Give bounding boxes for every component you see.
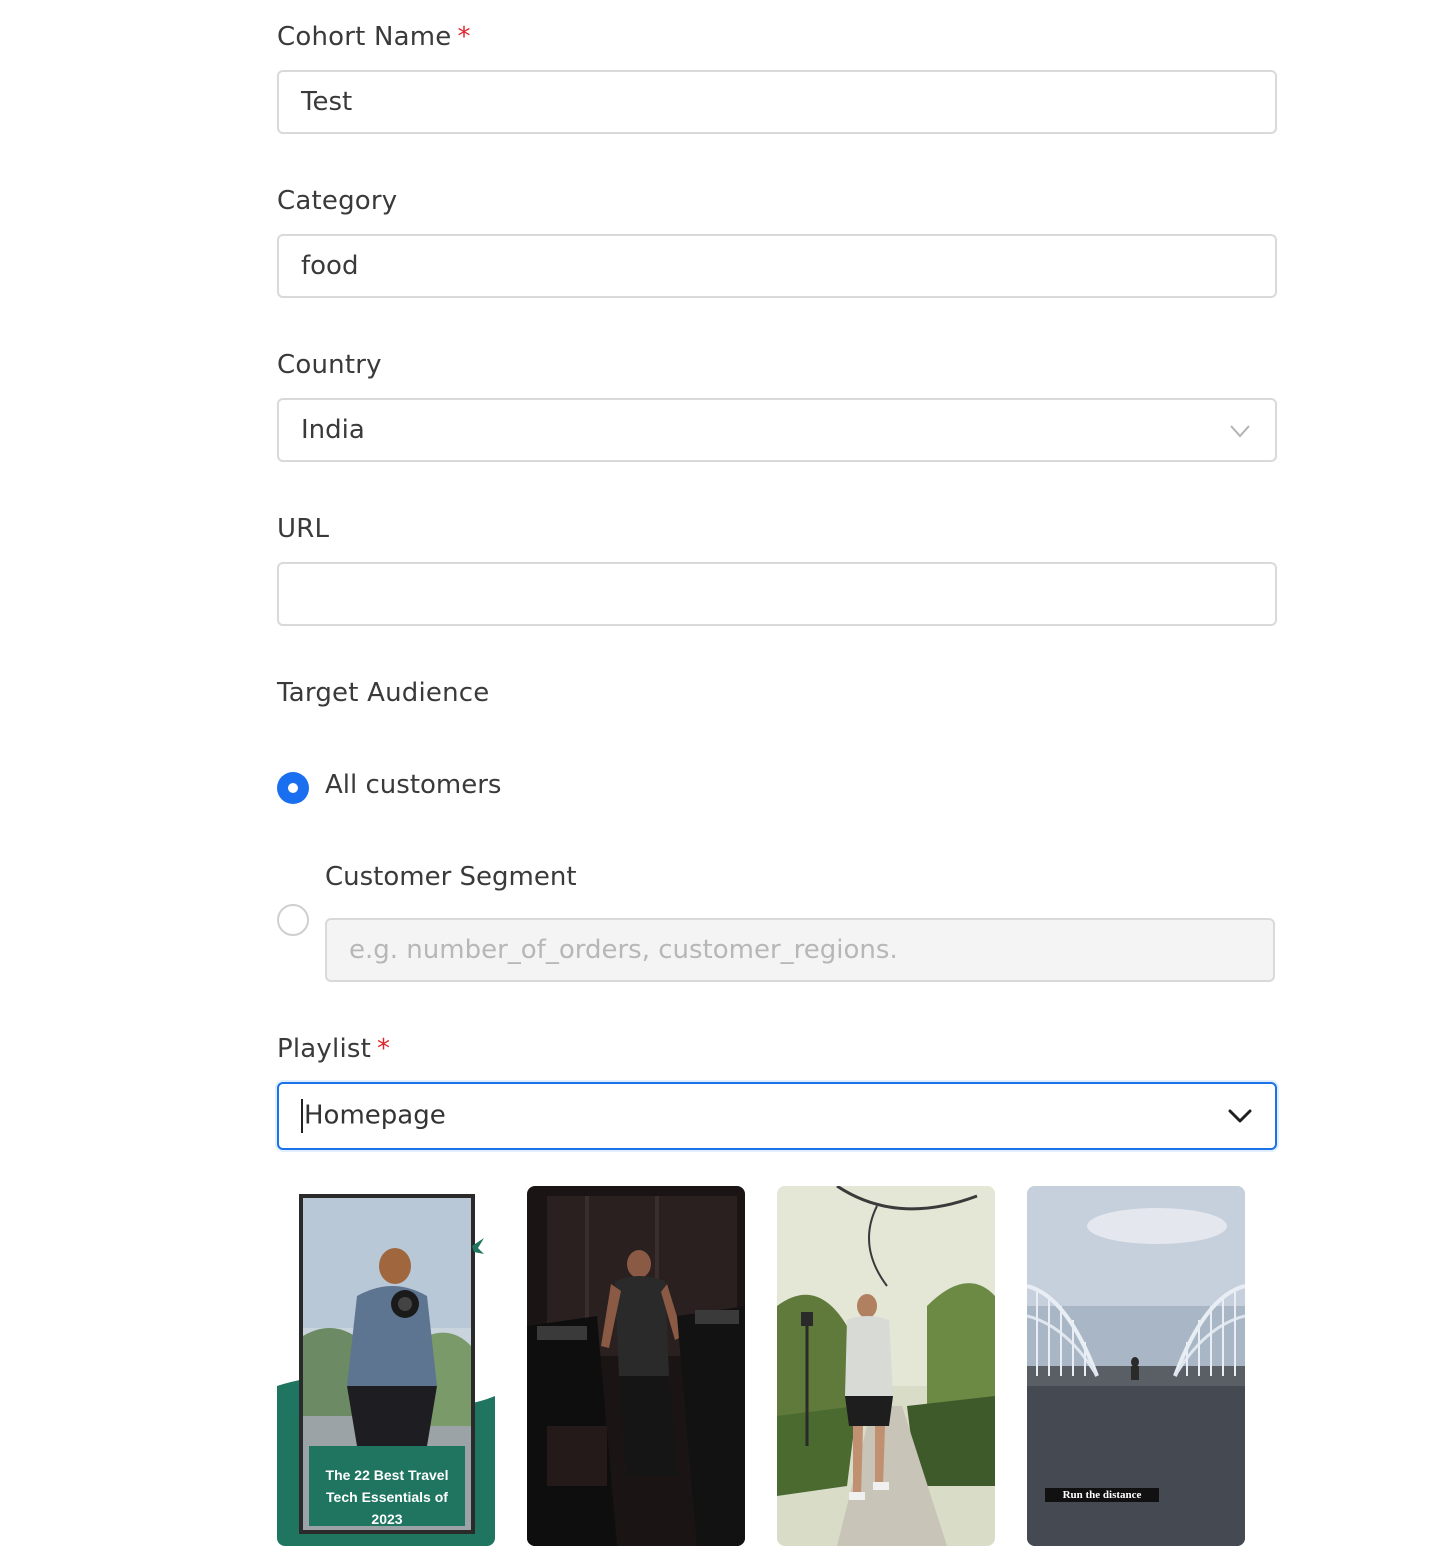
playlist-label: Playlist * bbox=[277, 1034, 390, 1064]
travel-tech-caption: The 22 Best Travel Tech Essentials of 20… bbox=[325, 1467, 449, 1527]
treadmill-workout-image bbox=[527, 1186, 745, 1546]
cohort-form: Cohort Name * Test Category food Country … bbox=[0, 0, 1456, 1550]
required-asterisk: * bbox=[457, 22, 471, 52]
cohort-name-label: Cohort Name * bbox=[277, 22, 471, 52]
playlist-value-wrap: Homepage bbox=[301, 1099, 1225, 1133]
playlist-select[interactable]: Homepage bbox=[277, 1082, 1277, 1150]
park-jogger-image bbox=[777, 1186, 995, 1546]
country-value: India bbox=[301, 415, 365, 445]
video-thumbnail-treadmill[interactable] bbox=[527, 1186, 745, 1546]
playlist-value: Homepage bbox=[304, 1100, 446, 1131]
all-customers-radio[interactable] bbox=[277, 772, 309, 804]
target-audience-label: Target Audience bbox=[277, 678, 490, 708]
chevron-down-icon bbox=[1228, 1109, 1252, 1123]
url-input[interactable] bbox=[277, 562, 1277, 626]
customer-segment-label[interactable]: Customer Segment bbox=[325, 862, 577, 892]
video-thumbnail-travel-tech[interactable]: The 22 Best Travel Tech Essentials of 20… bbox=[277, 1186, 495, 1546]
all-customers-label[interactable]: All customers bbox=[325, 770, 501, 800]
customer-segment-input[interactable]: e.g. number_of_orders, customer_regions. bbox=[325, 918, 1275, 982]
category-input[interactable]: food bbox=[277, 234, 1277, 298]
category-label: Category bbox=[277, 186, 398, 216]
video-thumbnail-park-jogger[interactable] bbox=[777, 1186, 995, 1546]
chevron-down-icon bbox=[1230, 425, 1250, 438]
cohort-name-label-text: Cohort Name bbox=[277, 22, 452, 52]
country-label: Country bbox=[277, 350, 382, 380]
customer-segment-placeholder: e.g. number_of_orders, customer_regions. bbox=[349, 935, 898, 965]
category-value: food bbox=[301, 251, 359, 281]
country-select[interactable]: India bbox=[277, 398, 1277, 462]
required-asterisk: * bbox=[377, 1034, 391, 1064]
bridge-runner-caption: Run the distance bbox=[1062, 1489, 1142, 1501]
cohort-name-value: Test bbox=[301, 87, 353, 117]
customer-segment-radio[interactable] bbox=[277, 904, 309, 936]
video-thumbnail-bridge-runner[interactable]: Run the distance bbox=[1027, 1186, 1245, 1546]
cohort-name-input[interactable]: Test bbox=[277, 70, 1277, 134]
text-caret bbox=[301, 1099, 303, 1133]
playlist-label-text: Playlist bbox=[277, 1034, 372, 1064]
url-label: URL bbox=[277, 514, 330, 544]
